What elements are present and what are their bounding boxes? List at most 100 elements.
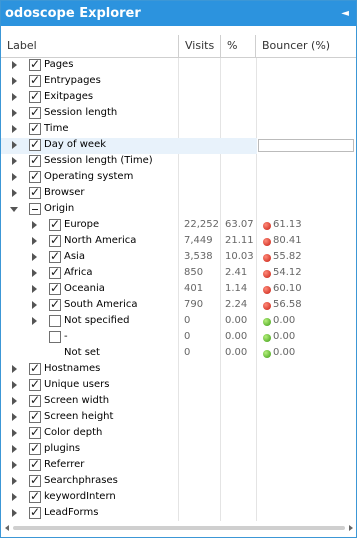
tree-node[interactable]: Screen width [1, 393, 356, 410]
node-label: Exitpages [44, 91, 94, 102]
node-checkbox[interactable] [49, 315, 61, 327]
expand-right-icon[interactable] [12, 141, 17, 149]
tree-node[interactable]: Origin [1, 202, 356, 218]
node-checkbox[interactable] [29, 505, 41, 519]
tree-node[interactable]: Searchphrases [1, 473, 356, 490]
tree-node[interactable]: Color depth [1, 425, 356, 442]
node-checkbox[interactable] [29, 489, 41, 503]
scroll-thumb[interactable] [13, 526, 345, 530]
tree-node[interactable]: Operating system [1, 169, 356, 186]
node-checkbox[interactable] [49, 249, 61, 263]
node-checkbox[interactable] [49, 331, 61, 343]
scroll-left-icon[interactable] [5, 525, 9, 531]
node-checkbox[interactable] [29, 409, 41, 423]
tree-child-node[interactable]: Not set 0 0.00 0.00 [1, 346, 356, 362]
tree-child-node[interactable]: Asia 3,538 10.03 55.82 [1, 249, 356, 266]
expand-right-icon[interactable] [12, 445, 17, 453]
tree-node[interactable]: Entrypages [1, 73, 356, 90]
column-visits[interactable]: Visits [179, 35, 221, 57]
node-checkbox[interactable] [49, 297, 61, 311]
node-checkbox[interactable] [29, 89, 41, 103]
expand-right-icon[interactable] [12, 509, 17, 517]
expand-right-icon[interactable] [12, 461, 17, 469]
tree-child-node[interactable]: South America 790 2.24 56.58 [1, 297, 356, 314]
tree-node[interactable]: Day of week [1, 137, 356, 154]
status-green-icon [263, 334, 271, 342]
node-checkbox[interactable] [29, 441, 41, 455]
node-checkbox[interactable] [29, 57, 41, 71]
expand-right-icon[interactable] [32, 269, 37, 277]
percent-value: 10.03 [225, 251, 254, 262]
tree-child-node[interactable]: North America 7,449 21.11 80.41 [1, 233, 356, 250]
tree-node[interactable]: Session length [1, 105, 356, 122]
node-checkbox[interactable] [29, 73, 41, 87]
tree-child-node[interactable]: Not specified 0 0.00 0.00 [1, 314, 356, 330]
column-bouncer[interactable]: Bouncer (%) [256, 35, 356, 57]
tree-child-node[interactable]: Europe 22,252 63.07 61.13 [1, 217, 356, 234]
tree-child-node[interactable]: Oceania 401 1.14 60.10 [1, 281, 356, 298]
expand-right-icon[interactable] [32, 285, 37, 293]
expand-right-icon[interactable] [12, 61, 17, 69]
expand-right-icon[interactable] [12, 397, 17, 405]
bouncer-cell-editor[interactable] [258, 139, 354, 152]
tree-node[interactable]: LeadForms [1, 505, 356, 522]
expand-right-icon[interactable] [12, 77, 17, 85]
tree-node[interactable]: Referrer [1, 457, 356, 474]
tree-node[interactable]: Hostnames [1, 361, 356, 378]
node-checkbox[interactable] [49, 233, 61, 247]
node-checkbox[interactable] [29, 185, 41, 199]
tree-node[interactable]: Browser [1, 185, 356, 202]
column-percent[interactable]: % [221, 35, 256, 57]
node-checkbox[interactable] [49, 281, 61, 295]
expand-right-icon[interactable] [12, 365, 17, 373]
tree-child-node[interactable]: Africa 850 2.41 54.12 [1, 265, 356, 282]
tree-node[interactable]: Unique users [1, 377, 356, 394]
node-checkbox[interactable] [29, 203, 41, 215]
expand-right-icon[interactable] [12, 173, 17, 181]
node-checkbox[interactable] [29, 105, 41, 119]
node-checkbox[interactable] [29, 393, 41, 407]
expand-right-icon[interactable] [32, 221, 37, 229]
expand-right-icon[interactable] [12, 429, 17, 437]
status-red-icon [263, 286, 271, 294]
node-checkbox[interactable] [29, 137, 41, 151]
tree-node[interactable]: Time [1, 121, 356, 138]
tree-node[interactable]: plugins [1, 441, 356, 458]
tree-node[interactable]: Exitpages [1, 89, 356, 106]
tree-child-node[interactable]: - 0 0.00 0.00 [1, 330, 356, 346]
expand-right-icon[interactable] [12, 413, 17, 421]
expand-down-icon[interactable] [10, 207, 18, 212]
tree-node[interactable]: Screen height [1, 409, 356, 426]
node-checkbox[interactable] [49, 265, 61, 279]
node-checkbox[interactable] [29, 425, 41, 439]
expand-right-icon[interactable] [12, 189, 17, 197]
expand-right-icon[interactable] [12, 157, 17, 165]
node-checkbox[interactable] [29, 361, 41, 375]
tree-node[interactable]: Pages [1, 57, 356, 74]
horizontal-scrollbar[interactable] [5, 523, 353, 533]
expand-right-icon[interactable] [32, 301, 37, 309]
expand-right-icon[interactable] [12, 381, 17, 389]
node-checkbox[interactable] [29, 377, 41, 391]
node-label: Screen width [44, 395, 110, 406]
node-checkbox[interactable] [29, 121, 41, 135]
expand-right-icon[interactable] [12, 493, 17, 501]
column-label[interactable]: Label [1, 35, 179, 57]
expand-right-icon[interactable] [12, 477, 17, 485]
expand-right-icon[interactable] [12, 125, 17, 133]
expand-right-icon[interactable] [12, 93, 17, 101]
bouncer-value: 0.00 [273, 315, 296, 326]
scroll-right-icon[interactable] [349, 525, 353, 531]
expand-right-icon[interactable] [32, 317, 37, 325]
node-checkbox[interactable] [29, 153, 41, 167]
expand-right-icon[interactable] [32, 237, 37, 245]
expand-right-icon[interactable] [12, 109, 17, 117]
tree-node[interactable]: keywordIntern [1, 489, 356, 506]
tree-node[interactable]: Session length (Time) [1, 153, 356, 170]
node-checkbox[interactable] [29, 457, 41, 471]
node-checkbox[interactable] [49, 217, 61, 231]
node-checkbox[interactable] [29, 473, 41, 487]
expand-right-icon[interactable] [32, 253, 37, 261]
node-checkbox[interactable] [29, 169, 41, 183]
collapse-icon[interactable]: ◄ [341, 1, 349, 26]
